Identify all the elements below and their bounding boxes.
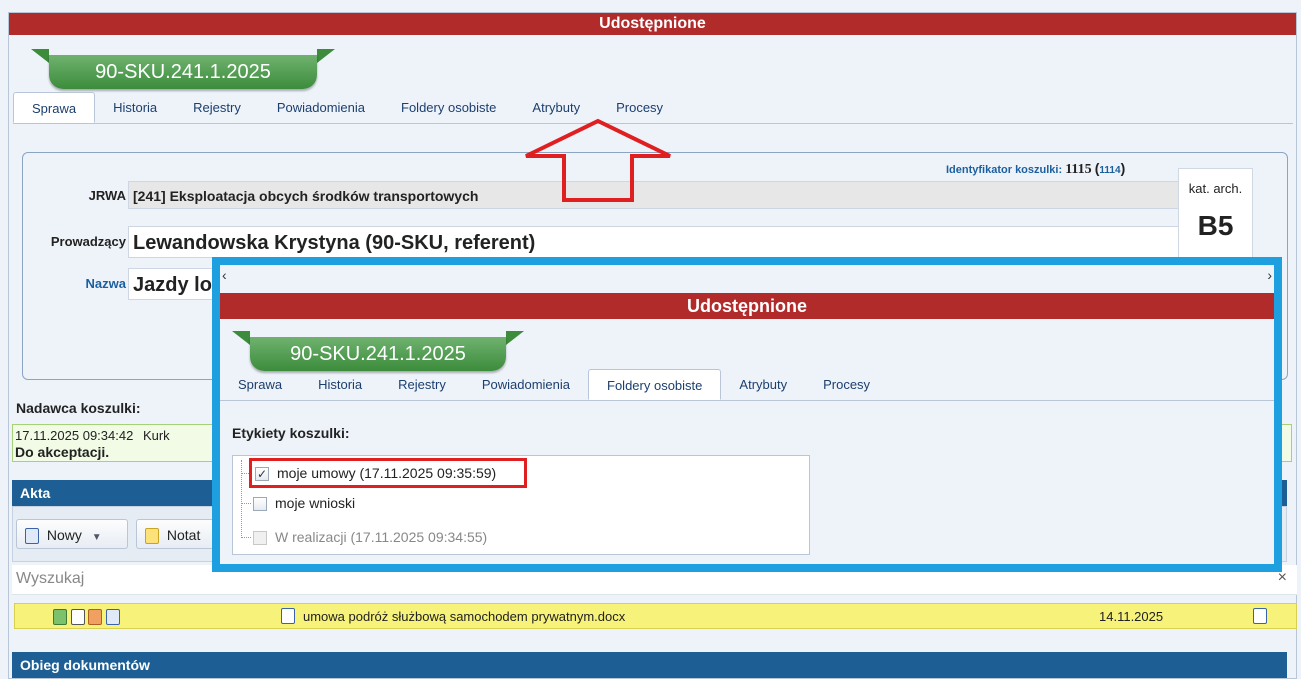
overlay-tab-historia[interactable]: Historia <box>300 369 380 400</box>
overlay-tab-rejestry[interactable]: Rejestry <box>380 369 464 400</box>
tree-branch <box>241 537 251 538</box>
scroll-right-arrow[interactable]: › <box>1267 267 1272 283</box>
label-text: moje umowy (17.11.2025 09:35:59) <box>277 465 497 481</box>
tree-branch <box>241 473 251 474</box>
document-status-icons <box>53 608 120 625</box>
checkbox-icon[interactable] <box>253 497 267 512</box>
nazwa-field[interactable]: Jazdy lo <box>128 268 218 300</box>
sender-name: Kurk <box>142 428 170 443</box>
document-row[interactable]: umowa podróż służbową samochodem prywatn… <box>14 603 1297 629</box>
approve-icon[interactable] <box>53 608 67 625</box>
overlay-tab-atrybuty[interactable]: Atrybuty <box>721 369 805 400</box>
archive-category-value: B5 <box>1197 210 1234 241</box>
folder-id-value: 1115 <box>1065 162 1092 177</box>
archive-category-label: kat. arch. <box>1188 181 1243 196</box>
overlay-tab-sprawa[interactable]: Sprawa <box>220 369 300 400</box>
folder-id-row: Identyfikator koszulki: 1115 (1114) <box>946 160 1125 178</box>
obieg-header: Obieg dokumentów <box>12 652 1287 678</box>
new-button[interactable]: Nowy ▼ <box>16 519 128 549</box>
label-item[interactable]: ✓ moje umowy (17.11.2025 09:35:59) <box>249 458 527 488</box>
case-tab-right-wing <box>317 49 335 63</box>
prowadzacy-label: Prowadzący <box>50 234 126 249</box>
list-icon[interactable] <box>1253 608 1267 624</box>
overlay-case-number: 90-SKU.241.1.2025 <box>250 337 506 371</box>
document-date: 14.11.2025 <box>1099 609 1164 624</box>
label-item: W realizacji (17.11.2025 09:34:55) <box>253 526 487 548</box>
sender-label: Nadawca koszulki: <box>16 400 141 416</box>
checkbox-disabled-icon <box>253 531 267 546</box>
search-input[interactable]: Wyszukaj <box>16 570 84 588</box>
labels-tree: ✓ moje umowy (17.11.2025 09:35:59) moje w… <box>232 455 810 555</box>
overlay-tab-powiadomienia[interactable]: Powiadomienia <box>464 369 588 400</box>
window-title: Udostępnione <box>9 13 1296 35</box>
overlay-tab-procesy[interactable]: Procesy <box>805 369 888 400</box>
sign-icon[interactable] <box>105 608 120 625</box>
tab-historia[interactable]: Historia <box>95 92 175 123</box>
zoom-overlay: ‹ › Udostępnione 90-SKU.241.1.2025 Spraw… <box>212 257 1282 572</box>
tab-foldery-osobiste[interactable]: Foldery osobiste <box>383 92 514 123</box>
case-number: 90-SKU.241.1.2025 <box>49 55 317 89</box>
document-name[interactable]: umowa podróż służbową samochodem prywatn… <box>303 609 625 624</box>
arrow-up-annotation-icon <box>525 118 671 202</box>
tab-rejestry[interactable]: Rejestry <box>175 92 259 123</box>
overlay-tab-bar: Sprawa Historia Rejestry Powiadomienia F… <box>220 369 1274 401</box>
folder-id-label: Identyfikator koszulki: <box>946 164 1063 176</box>
overlay-case-tab-right-wing <box>506 331 524 345</box>
case-tab-left-wing <box>31 49 49 63</box>
folder-id-paren-close: ) <box>1120 160 1126 176</box>
doc-meta-icon[interactable] <box>88 608 103 625</box>
jrwa-label: JRWA <box>88 188 126 203</box>
info-icon[interactable] <box>70 608 85 625</box>
sender-status: Do akceptacji. <box>15 444 110 460</box>
checkbox-checked-icon[interactable]: ✓ <box>255 467 269 482</box>
archive-category-box: kat. arch. B5 <box>1178 168 1253 268</box>
overlay-case-tab-left-wing <box>232 331 250 345</box>
overlay-tab-foldery-osobiste[interactable]: Foldery osobiste <box>588 369 722 400</box>
label-item[interactable]: moje wnioski <box>253 492 355 514</box>
tree-branch <box>241 503 251 504</box>
folder-id-link[interactable]: 1114 <box>1099 165 1120 176</box>
scroll-left-arrow[interactable]: ‹ <box>222 267 227 283</box>
overlay-case-tab: 90-SKU.241.1.2025 <box>232 331 532 373</box>
sender-timestamp: 17.11.2025 09:34:42 <box>15 428 134 443</box>
chevron-down-icon: ▼ <box>91 532 102 543</box>
new-button-label: Nowy <box>46 527 82 543</box>
note-button[interactable]: Notat <box>136 519 216 549</box>
label-text: W realizacji (17.11.2025 09:34:55) <box>275 529 488 545</box>
tab-powiadomienia[interactable]: Powiadomienia <box>259 92 383 123</box>
overlay-title: Udostępnione <box>220 293 1274 319</box>
nazwa-label: Nazwa <box>85 276 126 291</box>
label-text: moje wnioski <box>275 495 356 511</box>
word-doc-icon <box>281 608 295 624</box>
case-number-tab: 90-SKU.241.1.2025 <box>31 49 343 91</box>
note-icon <box>145 528 159 545</box>
tab-sprawa[interactable]: Sprawa <box>13 92 96 123</box>
word-doc-icon <box>25 528 39 545</box>
note-button-label: Notat <box>166 527 201 543</box>
prowadzacy-field: Lewandowska Krystyna (90-SKU, referent) <box>128 226 1180 258</box>
tree-connector <box>241 460 242 538</box>
labels-title: Etykiety koszulki: <box>232 425 350 441</box>
